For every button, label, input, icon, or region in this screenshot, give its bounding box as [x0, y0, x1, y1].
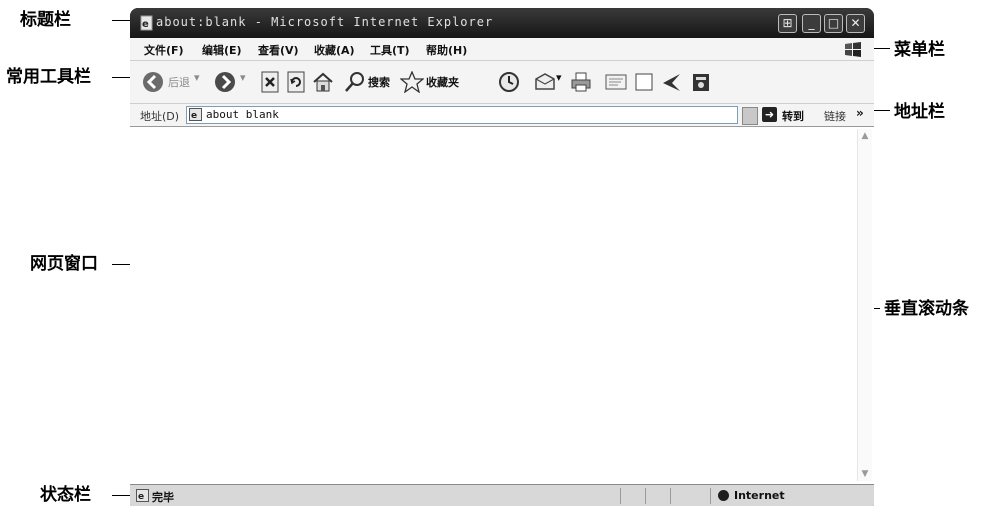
- title-bar[interactable]: e about:blank - Microsoft Internet Explo…: [130, 8, 874, 38]
- callout-web-window: 网页窗口: [30, 254, 98, 274]
- vertical-scrollbar[interactable]: ▲ ▼: [857, 129, 872, 481]
- menu-edit[interactable]: 编辑(E): [202, 42, 242, 58]
- print-button[interactable]: [570, 68, 592, 96]
- back-dropdown-icon[interactable]: ▾: [194, 71, 200, 84]
- callout-menu-bar: 菜单栏: [894, 40, 945, 60]
- status-divider: [620, 488, 621, 504]
- favorites-button[interactable]: [400, 68, 424, 96]
- windows-logo-icon: [845, 42, 861, 57]
- refresh-button[interactable]: [286, 68, 306, 96]
- svg-text:e: e: [142, 19, 149, 30]
- close-button[interactable]: ✕: [846, 14, 865, 33]
- home-icon: [313, 72, 333, 92]
- address-value: about blank: [206, 108, 279, 121]
- scroll-down-icon[interactable]: ▼: [859, 468, 871, 480]
- status-divider: [645, 488, 646, 504]
- standard-toolbar: 后退 ▾ ▾ 搜索 收藏夹 ▾: [130, 61, 874, 104]
- callout-vertical-scrollbar: 垂直滚动条: [884, 299, 969, 319]
- search-label[interactable]: 搜索: [368, 74, 390, 90]
- ie-window: e about:blank - Microsoft Internet Explo…: [130, 8, 874, 506]
- address-label: 地址(D): [140, 110, 180, 123]
- history-button[interactable]: [498, 68, 520, 96]
- links-chevron-icon[interactable]: »: [856, 106, 864, 120]
- status-divider: [710, 488, 711, 504]
- menu-view[interactable]: 查看(V): [258, 42, 299, 58]
- forward-arrow-icon: [215, 72, 235, 92]
- forward-dropdown-icon[interactable]: ▾: [240, 71, 246, 84]
- status-text: 完毕: [152, 491, 174, 504]
- address-bar: 地址(D) e about blank ➜ 转到 链接 »: [130, 104, 874, 127]
- callout-standard-toolbar-leader: [112, 77, 132, 78]
- research-book-icon: [693, 74, 709, 91]
- messenger-button[interactable]: [660, 68, 682, 96]
- menu-tools[interactable]: 工具(T): [370, 42, 410, 58]
- edit-button[interactable]: [604, 68, 628, 96]
- web-page-window[interactable]: ▲ ▼: [130, 127, 874, 484]
- ie-tools-icon[interactable]: ⊞: [778, 14, 797, 33]
- mail-button[interactable]: [534, 68, 556, 96]
- favorites-star-icon: [400, 71, 424, 93]
- svg-text:e: e: [191, 111, 197, 121]
- callout-address-bar: 地址栏: [894, 102, 945, 122]
- history-clock-icon: [499, 72, 519, 92]
- edit-document-icon: [605, 74, 627, 90]
- search-icon: [345, 72, 364, 92]
- discuss-icon: [635, 73, 653, 91]
- status-divider: [670, 488, 671, 504]
- research-button[interactable]: [690, 68, 712, 96]
- links-label[interactable]: 链接: [824, 108, 846, 124]
- minimize-button[interactable]: _: [802, 14, 821, 33]
- stop-icon: [261, 71, 279, 93]
- status-bar: e 完毕 Internet: [130, 484, 874, 506]
- scroll-up-icon[interactable]: ▲: [859, 130, 871, 142]
- maximize-button[interactable]: □: [824, 14, 843, 33]
- discuss-button[interactable]: [634, 68, 654, 96]
- internet-zone-globe-icon: [718, 490, 729, 501]
- menu-favorites[interactable]: 收藏(A): [314, 42, 355, 58]
- svg-text:e: e: [138, 492, 144, 502]
- callout-title-bar-leader: [112, 20, 132, 21]
- ie-page-icon: e: [136, 489, 149, 502]
- go-label[interactable]: 转到: [782, 108, 804, 124]
- address-input[interactable]: e about blank: [186, 106, 738, 124]
- mail-icon: [535, 73, 555, 90]
- address-dropdown-icon[interactable]: [742, 107, 758, 125]
- callout-title-bar: 标题栏: [20, 10, 71, 30]
- favorites-label[interactable]: 收藏夹: [426, 74, 459, 90]
- stop-button[interactable]: [260, 68, 280, 96]
- menu-help[interactable]: 帮助(H): [426, 42, 467, 58]
- printer-icon: [571, 72, 591, 92]
- back-label: 后退: [168, 76, 190, 89]
- mail-dropdown-icon[interactable]: ▾: [556, 71, 562, 84]
- ie-page-icon: e: [140, 15, 153, 31]
- window-title: about:blank - Microsoft Internet Explore…: [156, 15, 494, 29]
- security-zone-text: Internet: [734, 489, 785, 502]
- callout-status-bar: 状态栏: [40, 485, 91, 505]
- back-button[interactable]: [142, 68, 164, 96]
- callout-standard-toolbar: 常用工具栏: [6, 67, 91, 87]
- back-arrow-icon: [143, 72, 163, 92]
- search-button[interactable]: [344, 68, 366, 96]
- ie-page-icon: e: [189, 108, 202, 121]
- go-arrow-icon[interactable]: ➜: [762, 107, 777, 122]
- messenger-icon: [663, 74, 680, 91]
- home-button[interactable]: [312, 68, 334, 96]
- menu-bar: 文件(F) 编辑(E) 查看(V) 收藏(A) 工具(T) 帮助(H): [130, 38, 874, 61]
- menu-file[interactable]: 文件(F): [144, 42, 184, 58]
- forward-button[interactable]: [214, 68, 236, 96]
- refresh-icon: [287, 71, 305, 93]
